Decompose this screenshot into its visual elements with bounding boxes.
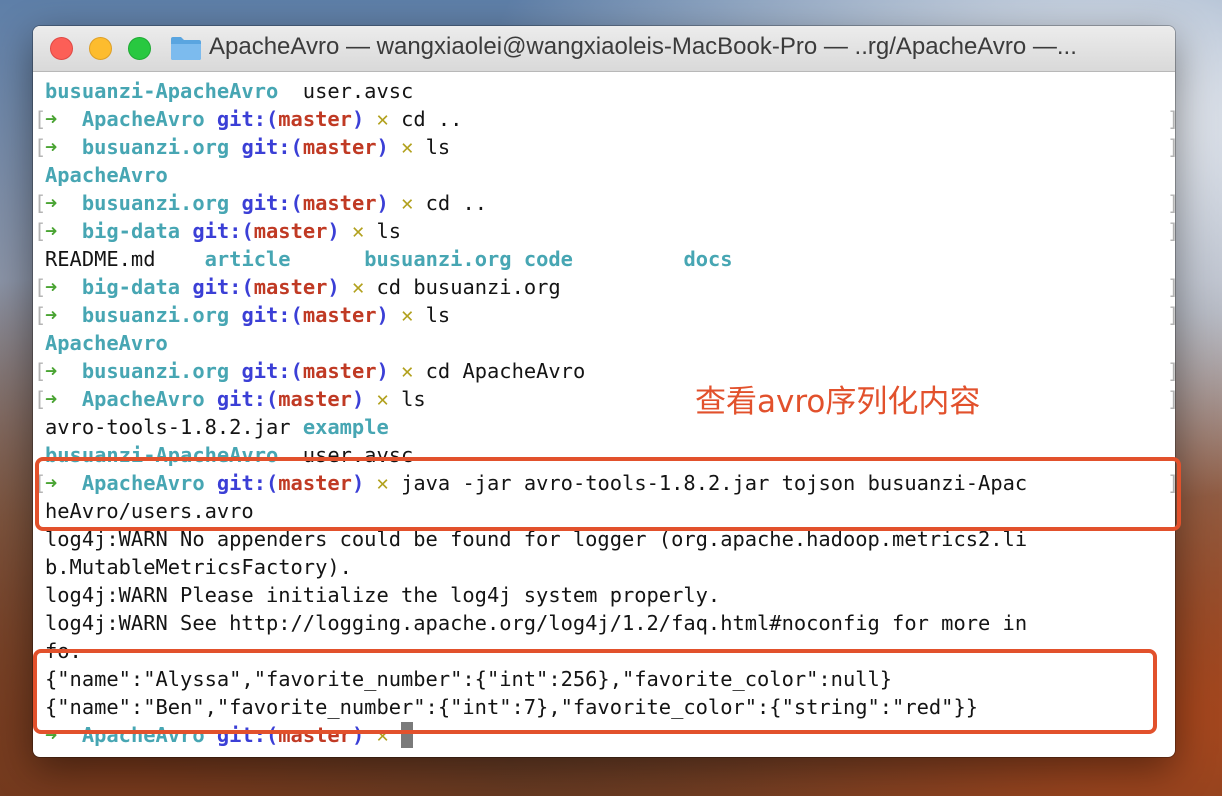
right-arrow-icon: ➜: [45, 387, 58, 411]
right-arrow-icon: ➜: [45, 107, 58, 131]
annotation-label: 查看avro序列化内容: [695, 384, 981, 420]
prompt-line: [➜ busuanzi.org git:(master) ✕ ls]: [34, 303, 1175, 327]
cross-icon: ✕: [401, 135, 414, 159]
prompt-line: [➜ big-data git:(master) ✕ cd busuanzi.o…: [34, 275, 1175, 299]
terminal-line: ApacheAvro: [45, 331, 168, 355]
prompt-line: [➜ ApacheAvro git:(master) ✕ ls]: [34, 387, 1175, 411]
cross-icon: ✕: [376, 107, 389, 131]
close-traffic-light-icon[interactable]: [50, 37, 73, 60]
right-arrow-icon: ➜: [45, 275, 58, 299]
right-arrow-icon: ➜: [45, 303, 58, 327]
prompt-line: [➜ busuanzi.org git:(master) ✕ cd Apache…: [34, 359, 1175, 383]
terminal-line: log4j:WARN Please initialize the log4j s…: [45, 583, 721, 607]
cross-icon: ✕: [351, 219, 365, 243]
terminal-line: README.md article busuanzi.org code docs: [45, 247, 733, 271]
prompt-line: [➜ big-data git:(master) ✕ ls]: [34, 219, 1175, 243]
terminal-window: ApacheAvro — wangxiaolei@wangxiaoleis-Ma…: [33, 26, 1175, 757]
cross-icon: ✕: [401, 191, 414, 215]
cross-icon: ✕: [401, 303, 414, 327]
terminal-line: log4j:WARN See http://logging.apache.org…: [45, 611, 1028, 635]
cross-icon: ✕: [401, 359, 414, 383]
prompt-line: [➜ busuanzi.org git:(master) ✕ cd ..]: [34, 191, 1175, 215]
cross-icon: ✕: [351, 275, 365, 299]
right-arrow-icon: ➜: [45, 359, 58, 383]
prompt-line: [➜ busuanzi.org git:(master) ✕ ls]: [34, 135, 1175, 159]
title-bar[interactable]: ApacheAvro — wangxiaolei@wangxiaoleis-Ma…: [33, 26, 1175, 72]
terminal-line: avro-tools-1.8.2.jar example: [45, 415, 389, 439]
right-arrow-icon: ➜: [45, 135, 58, 159]
terminal-line: ApacheAvro: [45, 163, 168, 187]
right-arrow-icon: ➜: [45, 219, 58, 243]
minimize-traffic-light-icon[interactable]: [89, 37, 112, 60]
cross-icon: ✕: [376, 387, 389, 411]
folder-icon: [171, 37, 201, 60]
zoom-traffic-light-icon[interactable]: [128, 37, 151, 60]
prompt-line: [➜ ApacheAvro git:(master) ✕ cd ..]: [34, 107, 1175, 131]
output-highlight-box: [33, 649, 1157, 734]
right-arrow-icon: ➜: [45, 191, 58, 215]
terminal-line: busuanzi-ApacheAvro user.avsc: [45, 79, 414, 103]
command-highlight-box: [35, 457, 1181, 531]
terminal-line: b.MutableMetricsFactory).: [45, 555, 352, 579]
window-title: ApacheAvro — wangxiaolei@wangxiaoleis-Ma…: [209, 33, 1077, 60]
